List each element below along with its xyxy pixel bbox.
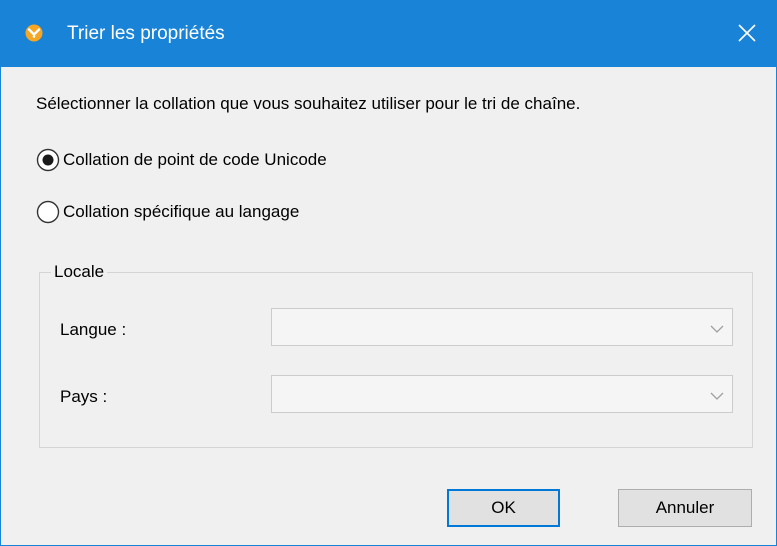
dialog-title: Trier les propriétés bbox=[67, 23, 225, 44]
radio-language-collation-label[interactable]: Collation spécifique au langage bbox=[63, 201, 299, 223]
locale-group-label: Locale bbox=[51, 261, 108, 283]
radio-language-collation[interactable] bbox=[36, 200, 60, 224]
radio-unicode-collation-label[interactable]: Collation de point de code Unicode bbox=[63, 149, 327, 171]
language-select[interactable] bbox=[271, 308, 733, 346]
country-select[interactable] bbox=[271, 375, 733, 413]
chevron-down-icon bbox=[710, 388, 724, 406]
instruction-text: Sélectionner la collation que vous souha… bbox=[36, 94, 581, 113]
altova-app-icon bbox=[25, 24, 43, 42]
radio-unicode-collation[interactable] bbox=[36, 148, 60, 172]
country-label: Pays : bbox=[60, 387, 108, 406]
cancel-button[interactable]: Annuler bbox=[618, 489, 752, 527]
close-icon bbox=[738, 24, 756, 42]
language-label: Langue : bbox=[60, 320, 127, 339]
chevron-down-icon bbox=[710, 321, 724, 339]
close-button[interactable] bbox=[720, 1, 776, 67]
locale-groupbox bbox=[39, 272, 753, 448]
sort-properties-dialog: Trier les propriétés Sélectionner la col… bbox=[0, 0, 777, 546]
title-bar: Trier les propriétés bbox=[1, 1, 776, 67]
ok-button[interactable]: OK bbox=[447, 489, 560, 527]
